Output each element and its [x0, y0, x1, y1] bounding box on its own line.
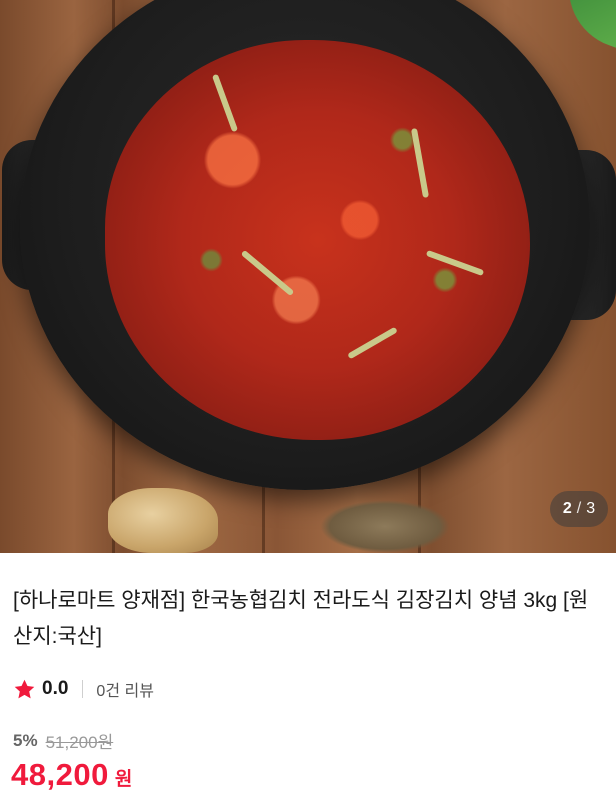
kimchi-seasoning	[105, 40, 530, 440]
discount-rate: 5%	[13, 730, 38, 750]
image-counter-total: 3	[586, 500, 596, 517]
review-count-link[interactable]: 0건 리뷰	[96, 677, 154, 701]
discount-row: 5% 51,200원	[13, 728, 113, 753]
sale-price-amount: 48,200	[11, 757, 109, 792]
rating-score: 0.0	[42, 678, 69, 699]
original-price: 51,200원	[45, 733, 114, 752]
image-counter-current: 2	[562, 500, 572, 517]
green-onion	[240, 249, 295, 297]
ginger-root	[108, 488, 218, 553]
rating-divider	[82, 680, 84, 698]
star-icon	[14, 679, 35, 698]
sale-price: 48,200 원	[11, 757, 132, 793]
green-onion	[347, 326, 398, 360]
product-title: [하나로마트 양재점] 한국농협김치 전라도식 김장김치 양념 3kg [원산지…	[13, 589, 589, 648]
product-image-gallery[interactable]: 2 / 3	[0, 0, 616, 553]
dried-roots	[320, 500, 450, 553]
sale-price-currency: 원	[114, 769, 133, 790]
image-counter-separator: /	[576, 500, 582, 517]
image-counter: 2 / 3	[550, 491, 608, 527]
rating-row[interactable]: 0.0 0건 리뷰	[13, 676, 154, 702]
green-onion	[410, 128, 430, 198]
green-onion	[425, 249, 485, 277]
green-onion	[211, 73, 239, 133]
garnish-leaf	[552, 0, 616, 52]
